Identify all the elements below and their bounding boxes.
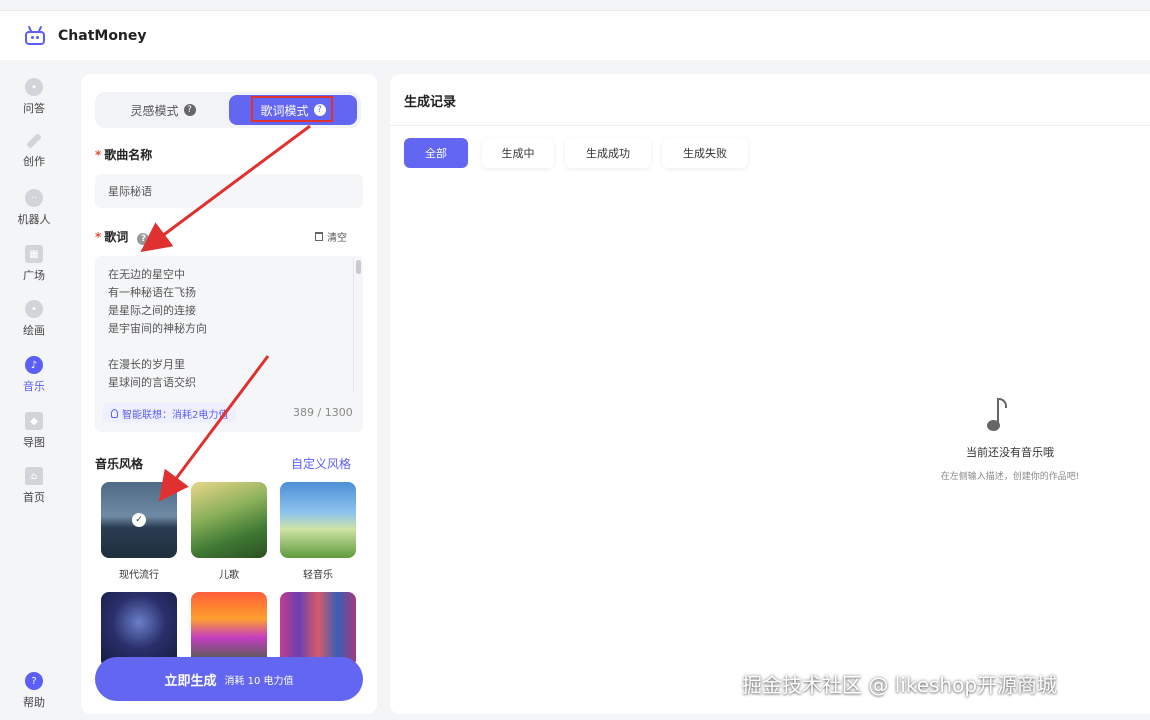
sidebar: • 问答 创作 ·· 机器人 ▦ 广场 • 绘画 ♪ 音乐 ◆ 导图 ⌂ 首页 …: [0, 60, 68, 720]
style-thumbnail: [191, 482, 267, 558]
smart-association-label: 智能联想：消耗2电力值: [122, 409, 229, 421]
help-label: 帮助: [23, 696, 45, 709]
sidebar-item-plaza[interactable]: ▦ 广场: [0, 245, 68, 283]
generation-history-panel: 生成记录 全部 生成中 生成成功 生成失败 当前还没有音乐哦 在左侧输入描述，创…: [390, 74, 1150, 714]
character-count: 389 / 1300: [293, 406, 353, 419]
tab-generating[interactable]: 生成中: [482, 138, 554, 168]
sidebar-item-create[interactable]: 创作: [0, 133, 68, 169]
generate-label: 立即生成: [164, 673, 217, 689]
style-name: 轻音乐: [303, 570, 333, 581]
custom-style-link[interactable]: 自定义风格: [291, 455, 351, 472]
clear-lyrics-button[interactable]: 清空: [315, 229, 347, 244]
sidebar-item-qa[interactable]: • 问答: [0, 78, 68, 116]
top-bar: ChatMoney: [0, 10, 1150, 60]
divider: [390, 125, 1150, 126]
generate-cost: 消耗 10 电力值: [224, 675, 294, 687]
inspire-mode-tab[interactable]: 灵感模式 ?: [99, 95, 227, 125]
help-icon: ?: [25, 672, 43, 690]
style-thumbnail: [280, 482, 356, 558]
help-button[interactable]: ? 帮助: [0, 672, 68, 710]
sidebar-item-label: 广场: [23, 269, 45, 282]
sidebar-item-label: 导图: [23, 436, 45, 449]
sidebar-item-label: 机器人: [17, 213, 51, 226]
music-note-icon: [987, 396, 1007, 432]
sidebar-item-drawing[interactable]: • 绘画: [0, 300, 68, 338]
style-card[interactable]: ✓ 现代流行: [101, 482, 177, 581]
sidebar-item-label: 绘画: [23, 324, 45, 337]
music-input-panel: 灵感模式 ? 歌词模式 ? *歌曲名称 *歌词 ? 清空 在无边的星空中 有一种…: [81, 74, 377, 714]
generate-button[interactable]: 立即生成 消耗 10 电力值: [95, 657, 363, 701]
sidebar-item-robot[interactable]: ·· 机器人: [0, 189, 68, 227]
inspire-mode-label: 灵感模式: [130, 103, 179, 118]
panel-title: 生成记录: [404, 95, 457, 110]
music-icon: ♪: [25, 356, 43, 374]
grid-icon: ▦: [25, 245, 43, 263]
robot-icon: ··: [25, 189, 43, 207]
sidebar-item-label: 问答: [23, 102, 45, 115]
empty-state-title: 当前还没有音乐哦: [966, 446, 1054, 459]
music-style-title: 音乐风格: [95, 457, 144, 471]
lyrics-scrollbar[interactable]: [353, 258, 363, 392]
palette-icon: •: [25, 300, 43, 318]
chat-icon: •: [25, 78, 43, 96]
song-name-input[interactable]: [95, 174, 363, 208]
style-thumbnail: ✓: [101, 482, 177, 558]
style-name: 儿歌: [219, 570, 239, 581]
cube-icon: ◆: [25, 412, 43, 430]
tab-success[interactable]: 生成成功: [565, 138, 651, 168]
lyrics-textarea[interactable]: 在无边的星空中 有一种秘语在飞扬 是星际之间的连接 是宇宙间的神秘方向 在漫长的…: [95, 256, 363, 432]
tab-all[interactable]: 全部: [404, 138, 468, 168]
app-title: ChatMoney: [58, 27, 147, 44]
style-name: 现代流行: [119, 570, 159, 581]
style-card[interactable]: 轻音乐: [280, 482, 356, 581]
check-icon: ✓: [132, 513, 146, 527]
help-icon[interactable]: ?: [183, 104, 196, 116]
style-card[interactable]: 儿歌: [191, 482, 267, 581]
robot-logo-icon: [24, 25, 46, 46]
sidebar-item-label: 音乐: [23, 380, 45, 393]
sidebar-item-mindmap[interactable]: ◆ 导图: [0, 412, 68, 450]
clear-label: 清空: [327, 233, 347, 244]
scroll-thumb[interactable]: [356, 260, 361, 274]
home-icon: ⌂: [25, 467, 43, 485]
empty-state-subtitle: 在左侧输入描述，创建你的作品吧!: [940, 472, 1080, 482]
lyrics-text[interactable]: 在无边的星空中 有一种秘语在飞扬 是星际之间的连接 是宇宙间的神秘方向 在漫长的…: [108, 266, 348, 394]
annotation-highlight-box: [251, 96, 333, 122]
smart-association-button[interactable]: 智能联想：消耗2电力值: [103, 403, 237, 423]
help-icon[interactable]: ?: [137, 233, 150, 245]
pen-icon: [26, 133, 42, 149]
song-name-label: * 歌曲名称: [95, 148, 153, 162]
sidebar-item-label: 创作: [23, 155, 45, 168]
sidebar-item-label: 首页: [23, 491, 45, 504]
lightbulb-icon: [111, 408, 118, 418]
tab-failed[interactable]: 生成失败: [662, 138, 748, 168]
sidebar-item-music[interactable]: ♪ 音乐: [0, 356, 68, 394]
watermark: 掘金技术社区 @ likeshop开源商城: [742, 673, 1058, 697]
lyrics-label: * 歌词 ?: [95, 228, 150, 245]
trash-icon: [315, 232, 323, 241]
sidebar-item-home[interactable]: ⌂ 首页: [0, 467, 68, 505]
